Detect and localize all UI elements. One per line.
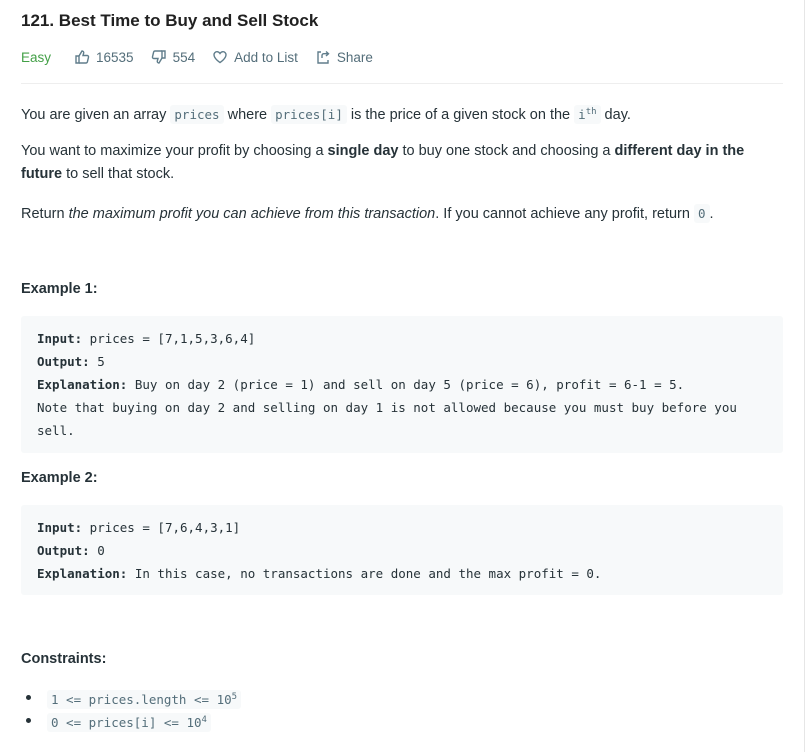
panel-right-border (804, 0, 805, 752)
italic-text: the maximum profit you can achieve from … (68, 206, 436, 222)
problem-meta-bar: Easy 16535 554 Add to List Share (21, 49, 390, 65)
label: Explanation: (37, 377, 128, 392)
inline-code: 0 (693, 204, 710, 223)
constraints-heading: Constraints: (21, 651, 107, 667)
superscript: 4 (201, 715, 207, 725)
text: i (578, 107, 586, 123)
text: day. (600, 107, 631, 124)
example-1-heading: Example 1: (21, 281, 98, 297)
example-output-line: Output: 0 (37, 539, 767, 562)
heart-icon (213, 50, 227, 64)
text: to sell that stock. (62, 166, 175, 182)
value: prices = [7,1,5,3,6,4] (82, 331, 256, 346)
example-output-line: Output: 5 (37, 350, 767, 373)
value: prices = [7,6,4,3,1] (82, 520, 241, 535)
example-input-line: Input: prices = [7,1,5,3,6,4] (37, 327, 767, 350)
example-input-line: Input: prices = [7,6,4,3,1] (37, 516, 767, 539)
label: Input: (37, 331, 83, 346)
text: 1 <= prices.length <= 10 (51, 692, 232, 708)
value: 5 (89, 354, 105, 369)
text: to buy one stock and choosing a (398, 143, 615, 159)
bold-text: single day (327, 143, 399, 159)
thumbs-up-icon (75, 50, 90, 64)
superscript: 5 (231, 692, 238, 702)
share-button[interactable]: Share (315, 49, 373, 65)
description-paragraph-2: You want to maximize your profit by choo… (21, 140, 781, 186)
inline-code: prices[i] (271, 105, 347, 125)
superscript: th (585, 107, 597, 117)
thumbs-down-icon (151, 50, 166, 64)
text: is the price of a given stock on the (346, 107, 575, 124)
constraint-item: 1 <= prices.length <= 105 (25, 686, 242, 710)
value: In this case, no transactions are done a… (127, 566, 602, 581)
description-paragraph-3: Return the maximum profit you can achiev… (21, 202, 781, 226)
example-2-heading: Example 2: (21, 470, 98, 486)
like-button[interactable]: 16535 (74, 49, 134, 65)
text: 0 <= prices[i] <= 10 (51, 715, 202, 731)
text: Return (21, 206, 69, 222)
constraints-list: 1 <= prices.length <= 105 0 <= prices[i]… (21, 686, 242, 733)
label: Input: (37, 520, 83, 535)
add-to-list-button[interactable]: Add to List (212, 49, 298, 65)
header-divider (21, 83, 783, 84)
add-to-list-label: Add to List (234, 49, 298, 65)
inline-code: prices (170, 105, 224, 125)
difficulty-badge: Easy (21, 49, 52, 65)
example-explanation-line: Explanation: In this case, no transactio… (37, 562, 767, 585)
text: You want to maximize your profit by choo… (21, 143, 328, 159)
constraint-item: 0 <= prices[i] <= 104 (25, 709, 241, 733)
value: 0 (89, 543, 105, 558)
text: . (709, 206, 714, 222)
dislike-count: 554 (172, 49, 196, 65)
problem-title: 121. Best Time to Buy and Sell Stock (21, 11, 319, 30)
label: Output: (37, 543, 90, 558)
text: You are given an array (21, 107, 171, 124)
like-count: 16535 (96, 49, 134, 65)
value: Buy on day 2 (price = 1) and sell on day… (37, 377, 737, 438)
share-label: Share (336, 49, 373, 65)
text: . If you cannot achieve any profit, retu… (435, 206, 694, 222)
example-explanation-line: Explanation: Buy on day 2 (price = 1) an… (37, 373, 767, 442)
inline-code-ith: ith (574, 105, 601, 125)
label: Explanation: (37, 566, 128, 581)
label: Output: (37, 354, 90, 369)
example-2-code-block: Input: prices = [7,6,4,3,1] Output: 0 Expl… (21, 505, 783, 595)
share-icon (317, 50, 330, 64)
inline-code: 1 <= prices.length <= 105 (47, 690, 242, 710)
dislike-button[interactable]: 554 (151, 49, 196, 65)
inline-code: 0 <= prices[i] <= 104 (47, 713, 211, 733)
description-paragraph-1: You are given an array prices where pric… (21, 101, 781, 127)
example-1-code-block: Input: prices = [7,1,5,3,6,4] Output: 5 Ex… (21, 316, 783, 453)
text: where (223, 107, 272, 124)
